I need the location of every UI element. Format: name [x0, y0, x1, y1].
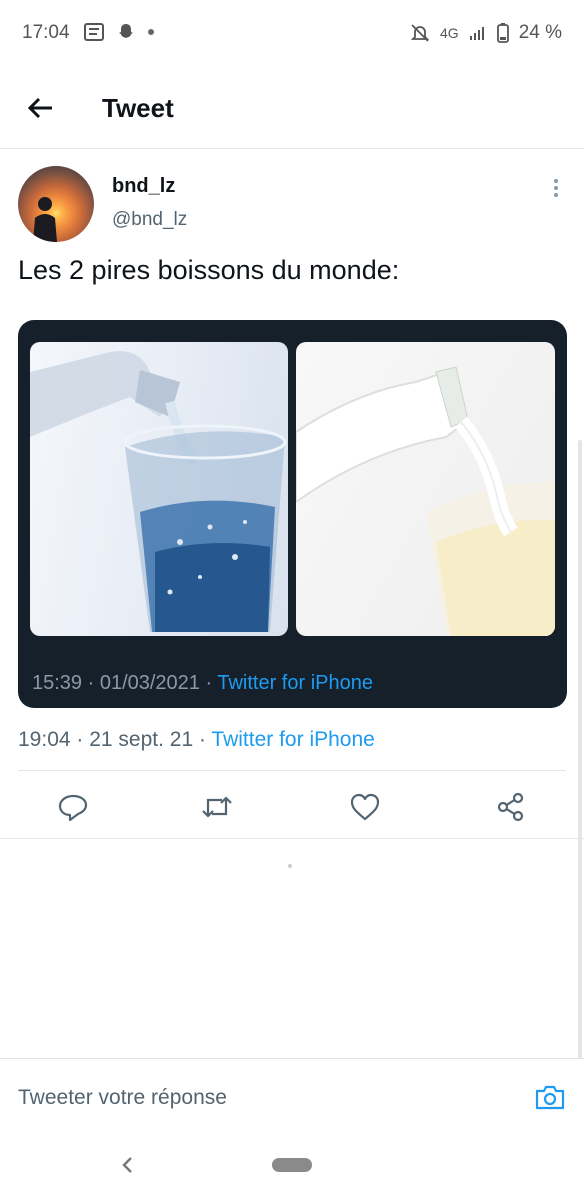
- network-label: 4G: [440, 25, 459, 41]
- milk-glass-image[interactable]: [296, 342, 555, 636]
- retweet-icon: [202, 796, 232, 818]
- divider: [18, 770, 566, 771]
- back-button[interactable]: [24, 92, 56, 124]
- reply-icon: [58, 794, 88, 822]
- reply-input[interactable]: Tweeter votre réponse: [18, 1086, 227, 1110]
- tweet-media[interactable]: 15:39 · 01/03/2021 · Twitter for iPhone: [18, 320, 567, 708]
- snapchat-icon: [116, 22, 136, 42]
- screen: 17:04 4G 24 % Tweet bnd_lz @bnd_lz Les 2…: [0, 0, 584, 1200]
- loading-dot: [288, 864, 292, 868]
- share-icon: [497, 792, 524, 822]
- tweet-text: Les 2 pires boissons du monde:: [18, 255, 400, 285]
- embedded-timestamp: 15:39 · 01/03/2021 ·: [32, 672, 218, 694]
- author-handle[interactable]: @bnd_lz: [112, 209, 187, 231]
- water-glass-image[interactable]: [30, 342, 288, 636]
- embedded-source-link[interactable]: Twitter for iPhone: [217, 672, 373, 694]
- like-button[interactable]: [348, 790, 382, 824]
- status-right: 4G 24 %: [410, 22, 562, 44]
- author-name[interactable]: bnd_lz: [112, 175, 175, 198]
- status-time: 17:04: [22, 22, 70, 43]
- embedded-tweet-meta: 15:39 · 01/03/2021 · Twitter for iPhone: [32, 672, 373, 695]
- avatar[interactable]: [18, 166, 94, 242]
- battery-label: 24 %: [518, 22, 562, 43]
- more-options-icon[interactable]: [548, 176, 564, 202]
- camera-icon: [535, 1085, 565, 1110]
- battery-icon: [496, 23, 509, 43]
- divider: [0, 838, 584, 839]
- notification-icon: [84, 23, 104, 41]
- signal-icon: [469, 25, 487, 41]
- tweet-meta: 19:04 · 21 sept. 21 · Twitter for iPhone: [18, 728, 375, 752]
- scrollbar[interactable]: [578, 440, 582, 1060]
- status-dot: [148, 29, 154, 35]
- person-silhouette: [33, 197, 57, 242]
- retweet-button[interactable]: [200, 790, 234, 824]
- mute-icon: [410, 23, 430, 43]
- arrow-left-icon: [27, 97, 52, 119]
- page-title: Tweet: [102, 93, 174, 123]
- nav-back-icon[interactable]: [118, 1154, 138, 1176]
- tweet-source-link[interactable]: Twitter for iPhone: [211, 728, 374, 751]
- tweet-actions: [0, 780, 584, 836]
- status-left-icons: [84, 22, 154, 42]
- status-bar: 17:04 4G 24 %: [0, 0, 584, 68]
- tweet-timestamp: 19:04 · 21 sept. 21 ·: [18, 728, 212, 751]
- heart-icon: [350, 793, 380, 821]
- share-button[interactable]: [494, 790, 528, 824]
- header: Tweet: [0, 68, 584, 149]
- reply-button[interactable]: [56, 790, 90, 824]
- reply-bar: Tweeter votre réponse: [0, 1058, 584, 1139]
- nav-home-pill[interactable]: [272, 1158, 312, 1172]
- camera-button[interactable]: [534, 1081, 566, 1113]
